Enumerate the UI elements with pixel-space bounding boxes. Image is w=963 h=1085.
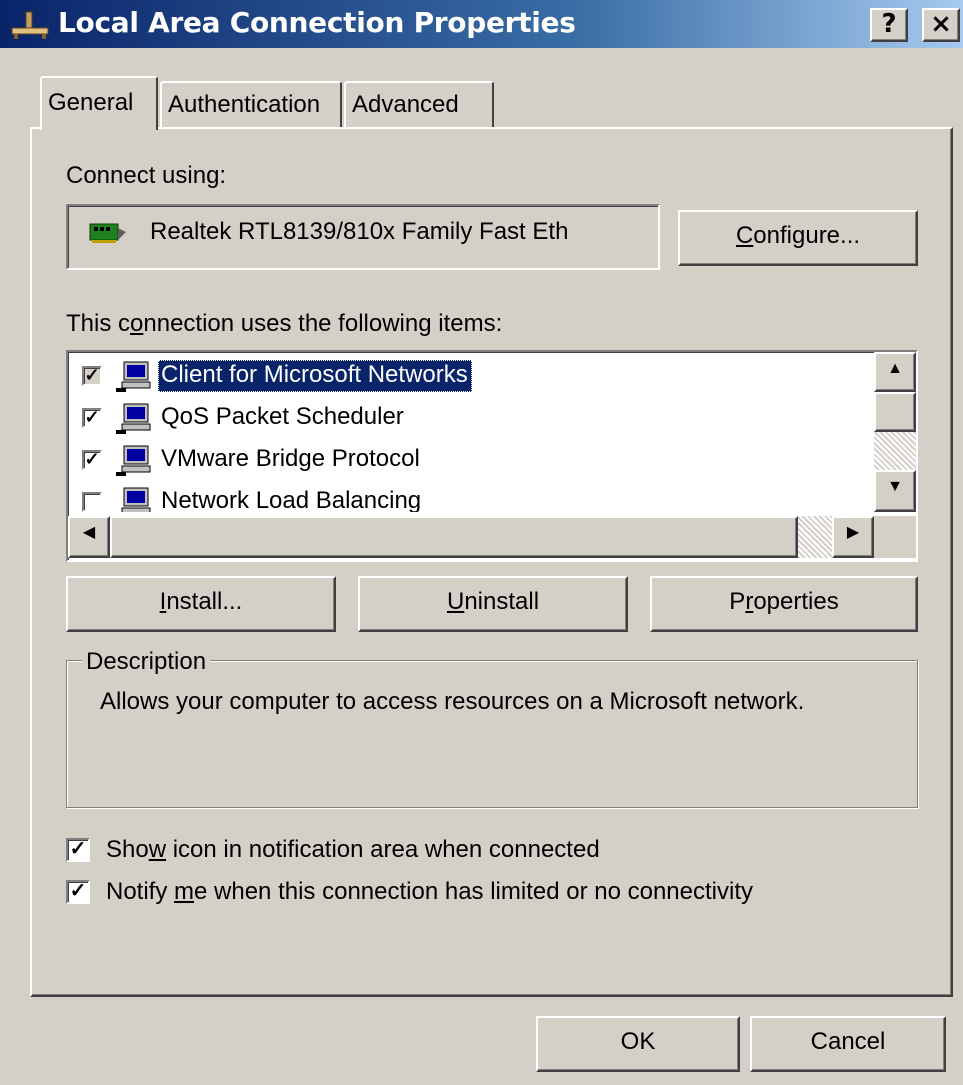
list-item[interactable]: ✓ VMware Bridge Protocol [68,440,874,480]
item-label: Network Load Balancing [161,487,422,512]
adapter-field: Realtek RTL8139/810x Family Fast Eth [66,204,660,270]
description-title: Description [82,648,211,676]
show-icon-post: icon in notification area when connected [166,836,600,863]
components-list-viewport: ✓ Client for Microsoft Networks ✓ QoS Pa… [68,352,874,512]
show-icon-accel: w [148,836,167,863]
adapter-name: Realtek RTL8139/810x Family Fast Eth [150,218,569,245]
install-button[interactable]: Install... [66,576,336,632]
properties-button[interactable]: Properties [650,576,918,632]
configure-post: onfigure... [753,222,861,249]
list-item[interactable]: ✓ QoS Packet Scheduler [68,398,874,438]
item-label: QoS Packet Scheduler [161,403,404,430]
connect-using-label: Connect using: [66,162,227,189]
item-checkbox[interactable]: ✓ [82,366,102,386]
components-list[interactable]: ✓ Client for Microsoft Networks ✓ QoS Pa… [66,350,918,562]
notify-checkbox[interactable]: ✓ [66,880,90,904]
help-button[interactable]: ? [870,8,908,42]
items-label-accel: o [130,310,144,337]
configure-button[interactable]: Configure... [678,210,918,266]
items-label: This connection uses the following items… [66,310,502,338]
show-icon-pre: Sho [106,836,149,863]
cancel-button[interactable]: Cancel [750,1016,946,1072]
notify-post: e when this connection has limited or no… [194,878,753,905]
uninstall-accel: U [446,588,465,615]
configure-accel: C [735,222,754,249]
description-group [66,660,918,808]
network-adapter-icon [89,223,126,243]
properties-pre: P [729,588,746,615]
notify-label[interactable]: Notify me when this connection has limit… [106,878,753,906]
vertical-scrollbar[interactable]: ▲ ▼ [874,352,916,512]
tab-advanced[interactable]: Advanced [344,81,494,127]
item-checkbox[interactable] [82,492,102,512]
tab-authentication[interactable]: Authentication [160,81,342,127]
horizontal-scroll-thumb[interactable] [110,516,798,558]
scroll-right-button[interactable]: ▶ [832,516,874,558]
uninstall-button[interactable]: Uninstall [358,576,628,632]
notify-accel: m [174,878,195,905]
install-post: nstall... [166,588,243,615]
items-label-post: nnection uses the following items: [143,310,503,337]
horizontal-scrollbar[interactable]: ◀ ▶ [68,516,874,558]
properties-post: operties [753,588,839,615]
list-item[interactable]: ✓ Client for Microsoft Networks [68,356,874,396]
scroll-down-button[interactable]: ▼ [874,470,916,512]
tab-general[interactable]: General [40,76,158,130]
show-icon-checkbox[interactable]: ✓ [66,838,90,862]
ok-button[interactable]: OK [536,1016,740,1072]
scroll-left-button[interactable]: ◀ [68,516,110,558]
network-protocol-icon [121,487,151,512]
item-checkbox[interactable]: ✓ [82,408,102,428]
network-protocol-icon [116,445,151,476]
network-service-icon [116,403,151,434]
tab-label: Authentication [168,91,321,118]
scroll-up-button[interactable]: ▲ [874,352,916,392]
item-label: Client for Microsoft Networks [158,360,472,392]
network-client-icon [116,361,151,392]
title-bar[interactable]: Local Area Connection Properties ? × [0,0,963,50]
notify-pre: Notify [106,878,175,905]
show-icon-label[interactable]: Show icon in notification area when conn… [106,836,600,864]
vertical-scroll-thumb[interactable] [874,392,916,432]
close-button[interactable]: × [922,8,960,42]
list-item[interactable]: Network Load Balancing [68,482,874,512]
network-connection-icon [11,11,49,39]
items-label-pre: This c [66,310,131,337]
scrollbar-corner [874,516,916,558]
tab-label: General [48,89,134,116]
window-title: Local Area Connection Properties [58,6,576,39]
item-label: VMware Bridge Protocol [161,445,420,472]
tab-label: Advanced [352,91,459,118]
uninstall-post: ninstall [464,588,540,615]
description-text: Allows your computer to access resources… [100,688,805,715]
item-checkbox[interactable]: ✓ [82,450,102,470]
